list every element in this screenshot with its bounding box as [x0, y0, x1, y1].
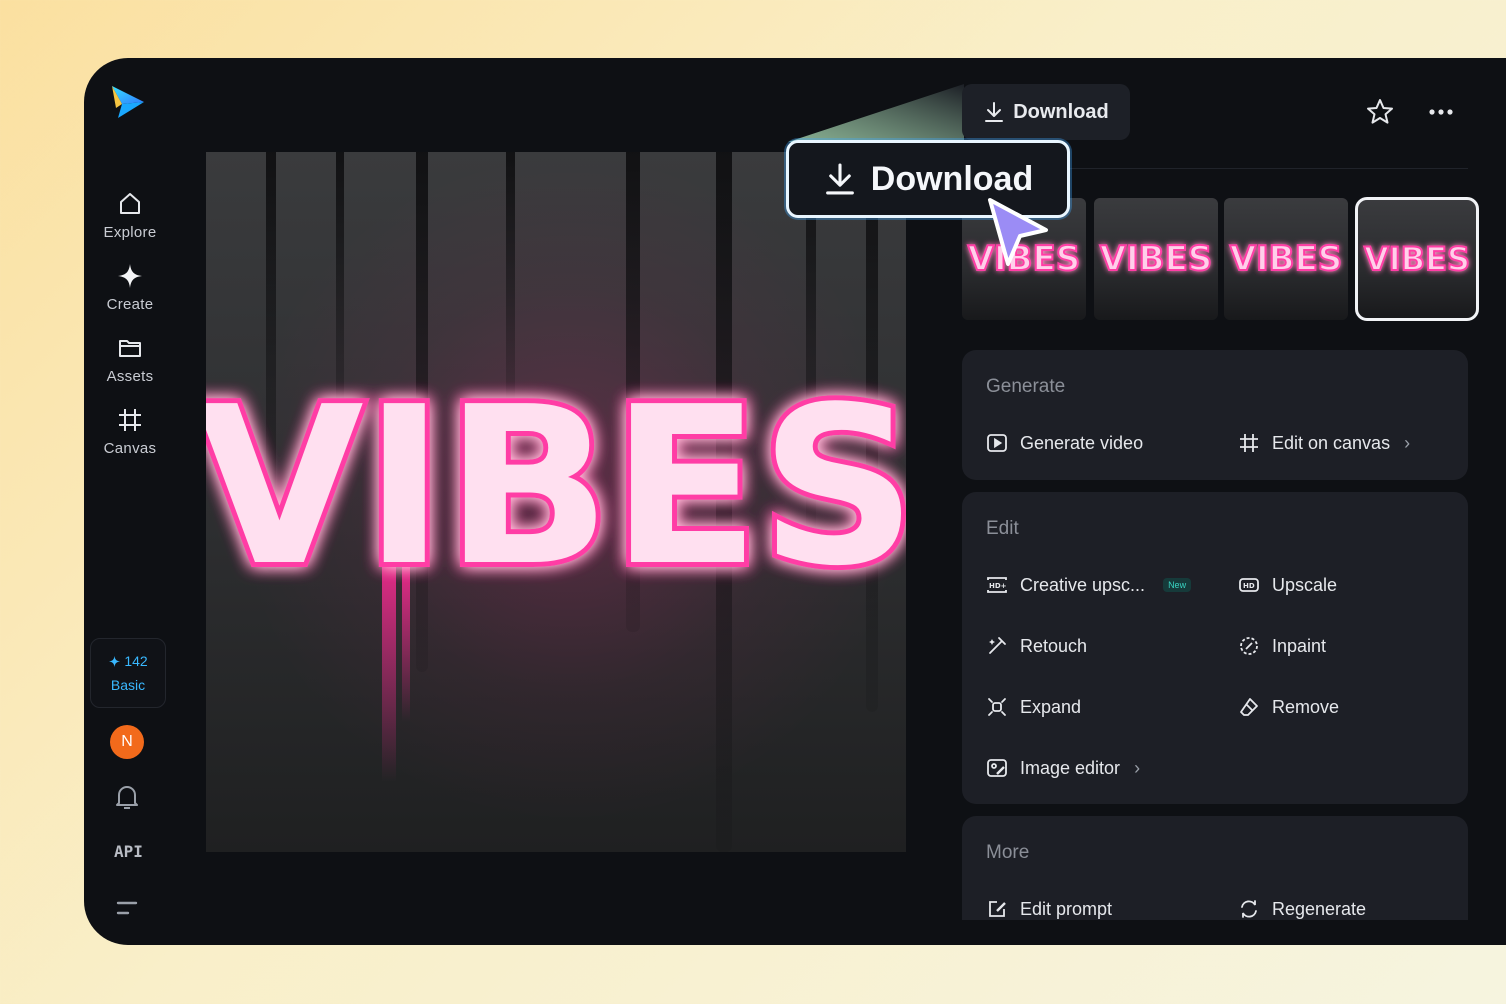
sidebar-item-explore[interactable]: Explore — [90, 190, 170, 256]
sidebar-item-label: Canvas — [103, 440, 157, 457]
refresh-icon — [1241, 900, 1257, 918]
sidebar-item-label: Create — [106, 296, 154, 313]
folder-icon — [119, 340, 141, 357]
thumbnail-text: VIBES — [1230, 239, 1343, 279]
frame-icon — [1240, 434, 1258, 452]
edit-panel: Edit HD+ Creative upsc... New HD Upscale… — [962, 492, 1468, 804]
more-icon[interactable] — [1424, 96, 1458, 128]
sidebar-item-label: Assets — [106, 368, 154, 385]
download-button[interactable]: Download — [962, 84, 1130, 140]
generate-video-button[interactable]: Generate video — [986, 432, 1143, 454]
sparkle-icon — [109, 655, 121, 667]
inpaint-icon — [1240, 637, 1258, 655]
avatar[interactable]: N — [110, 725, 144, 759]
app-viewport: Explore Create Assets Canvas 142 Basic N… — [84, 58, 1506, 920]
upscale-button[interactable]: HD Upscale — [1238, 574, 1337, 596]
chevron-right-icon: › — [1404, 432, 1411, 453]
edit-prompt-icon — [989, 901, 1006, 917]
sidebar-item-canvas[interactable]: Canvas — [90, 406, 170, 472]
regenerate-button[interactable]: Regenerate — [1238, 898, 1366, 920]
hd-plus-icon: HD+ — [987, 577, 1007, 593]
retouch-button[interactable]: Retouch — [986, 635, 1087, 657]
image-editor-button[interactable]: Image editor › — [986, 757, 1140, 779]
new-badge: New — [1163, 578, 1192, 592]
eraser-icon — [1240, 698, 1258, 716]
inpaint-button[interactable]: Inpaint — [1238, 635, 1326, 657]
download-label: Download — [1013, 100, 1109, 123]
sidebar-item-create[interactable]: Create — [90, 262, 170, 328]
bell-icon[interactable] — [114, 783, 140, 811]
app-window: Explore Create Assets Canvas 142 Basic N… — [84, 58, 1506, 945]
frame-icon — [119, 409, 141, 431]
magic-wand-icon — [989, 637, 1006, 654]
sparkle-icon — [118, 264, 142, 288]
credits-badge[interactable]: 142 Basic — [90, 638, 166, 708]
thumbnail-text: VIBES — [1364, 240, 1470, 278]
credits-count: 142 — [108, 653, 148, 669]
star-icon[interactable] — [1364, 96, 1396, 128]
plan-label: Basic — [110, 677, 146, 693]
expand-button[interactable]: Expand — [986, 696, 1081, 718]
remove-button[interactable]: Remove — [1238, 696, 1339, 718]
sidebar-item-assets[interactable]: Assets — [90, 334, 170, 400]
thumbnail-3[interactable]: VIBES — [1224, 198, 1348, 320]
chevron-right-icon: › — [1134, 757, 1141, 778]
sidebar-item-label: Explore — [103, 224, 157, 241]
edit-on-canvas-button[interactable]: Edit on canvas › — [1238, 432, 1410, 454]
cursor-pointer-icon — [988, 198, 1048, 266]
neon-text: VIBES — [206, 361, 906, 614]
svg-text:HD: HD — [1243, 582, 1255, 590]
thumbnail-2[interactable]: VIBES — [1094, 198, 1218, 320]
download-callout-label: Download — [870, 159, 1034, 198]
download-icon — [985, 102, 1004, 122]
play-icon — [987, 434, 1007, 452]
menu-icon[interactable] — [116, 898, 138, 918]
download-icon — [825, 163, 854, 195]
svg-text:HD+: HD+ — [989, 582, 1007, 590]
thumbnail-text: VIBES — [1100, 239, 1213, 279]
image-edit-icon — [987, 759, 1007, 777]
paper-plane-logo-icon[interactable] — [108, 82, 148, 122]
generate-panel: Generate Generate video Edit on canvas › — [962, 350, 1468, 480]
panel-title: Generate — [986, 376, 1066, 397]
neon-sign: VIBES — [206, 356, 906, 782]
credits-count-value: 142 — [124, 653, 148, 669]
panel-title: Edit — [986, 518, 1019, 539]
more-panel: More Edit prompt Regenerate — [962, 816, 1468, 920]
thumbnail-4-selected[interactable]: VIBES — [1355, 197, 1479, 321]
expand-icon — [988, 698, 1006, 716]
main-image[interactable]: VIBES — [206, 152, 906, 852]
hd-icon: HD — [1239, 578, 1259, 592]
panel-title: More — [986, 842, 1030, 863]
edit-prompt-button[interactable]: Edit prompt — [986, 898, 1112, 920]
creative-upscale-button[interactable]: HD+ Creative upsc... New — [986, 574, 1192, 596]
api-link[interactable]: API — [114, 842, 143, 861]
home-icon — [120, 193, 140, 214]
